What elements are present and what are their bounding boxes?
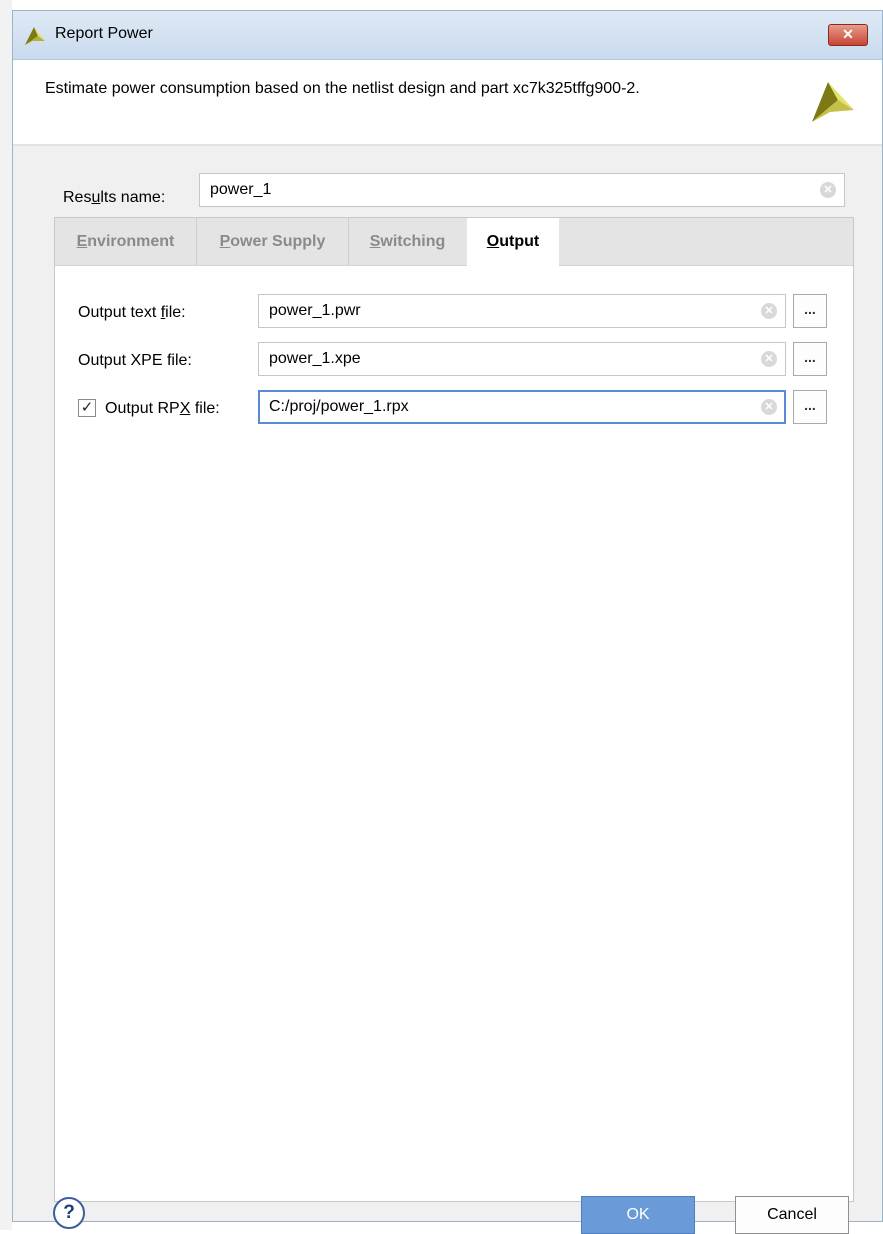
browse-xpe-file-button[interactable]: ... — [793, 342, 827, 376]
output-xpe-file-input[interactable]: power_1.xpe ✕ — [258, 342, 786, 376]
output-text-file-label: Output text file: — [78, 304, 186, 321]
output-rpx-file-input[interactable]: C:/proj/power_1.rpx ✕ — [258, 390, 786, 424]
output-text-file-input[interactable]: power_1.pwr ✕ — [258, 294, 786, 328]
output-xpe-file-label: Output XPE file: — [78, 352, 192, 369]
results-name-label: Results name: — [63, 189, 166, 206]
xilinx-logo-icon — [812, 82, 854, 122]
report-power-dialog: Report Power ✕ Estimate power consumptio… — [12, 10, 883, 1234]
xilinx-logo-icon — [25, 27, 45, 45]
ok-button[interactable]: OK — [581, 1196, 695, 1234]
results-name-value: power_1 — [210, 181, 272, 198]
tab-panel: Environment Power Supply Switching Outpu… — [54, 217, 854, 1202]
clear-icon[interactable]: ✕ — [761, 303, 777, 319]
help-icon[interactable]: ? — [53, 1197, 85, 1229]
header-description: Estimate power consumption based on the … — [45, 80, 640, 97]
output-rpx-file-label: Output RPX file: — [105, 400, 220, 417]
tab-output[interactable]: Output — [467, 218, 559, 266]
tab-environment[interactable]: Environment — [55, 218, 197, 265]
output-rpx-checkbox[interactable]: ✓ — [78, 399, 96, 417]
title-bar: Report Power ✕ — [13, 11, 882, 60]
window-title: Report Power — [55, 25, 153, 42]
dialog-header: Estimate power consumption based on the … — [13, 60, 882, 146]
tab-strip: Environment Power Supply Switching Outpu… — [55, 218, 853, 266]
tab-switching[interactable]: Switching — [349, 218, 466, 265]
background-window-edge — [0, 0, 12, 1230]
browse-rpx-file-button[interactable]: ... — [793, 390, 827, 424]
results-name-input[interactable]: power_1 ✕ — [199, 173, 845, 207]
clear-icon[interactable]: ✕ — [820, 182, 836, 198]
close-button[interactable]: ✕ — [828, 24, 868, 46]
output-text-file-value: power_1.pwr — [269, 302, 361, 319]
output-rpx-file-value: C:/proj/power_1.rpx — [269, 398, 409, 415]
cancel-button[interactable]: Cancel — [735, 1196, 849, 1234]
clear-icon[interactable]: ✕ — [761, 399, 777, 415]
browse-text-file-button[interactable]: ... — [793, 294, 827, 328]
output-xpe-file-value: power_1.xpe — [269, 350, 361, 367]
clear-icon[interactable]: ✕ — [761, 351, 777, 367]
tab-power-supply[interactable]: Power Supply — [197, 218, 349, 265]
